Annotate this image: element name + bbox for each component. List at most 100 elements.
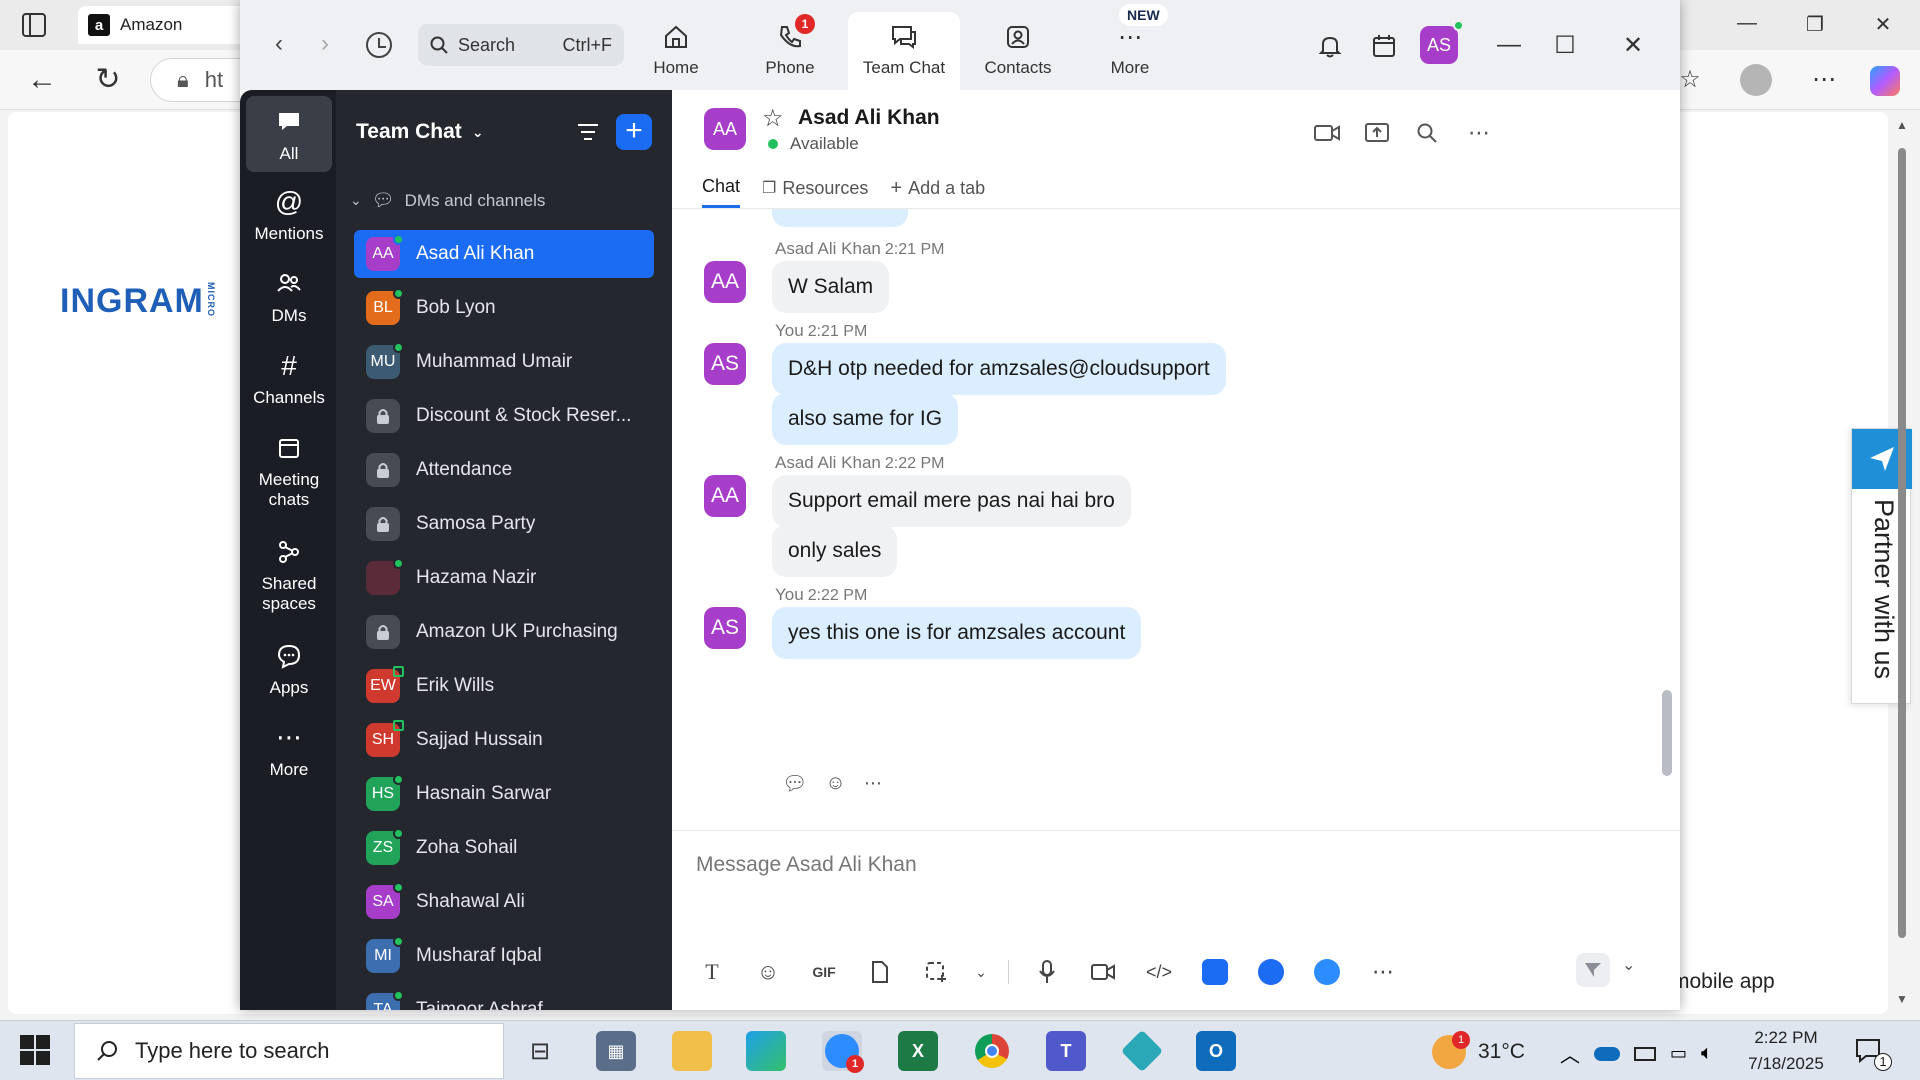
rail-item-shared-spaces[interactable]: Shared spaces xyxy=(246,536,332,615)
browser-back-icon[interactable]: ← xyxy=(22,62,62,98)
bell-icon[interactable] xyxy=(1314,30,1346,62)
outlook-icon[interactable]: O xyxy=(1196,1031,1236,1071)
composer-more-icon[interactable]: ⋯ xyxy=(1365,957,1401,987)
history-icon[interactable] xyxy=(366,32,392,58)
chat-list-item[interactable]: SH Sajjad Hussain xyxy=(354,716,654,764)
browser-minimize-icon[interactable]: — xyxy=(1732,12,1762,35)
chat-list-item[interactable]: Hazama Nazir xyxy=(354,554,654,602)
screenshot-options-chevron-icon[interactable]: ⌄ xyxy=(974,957,988,987)
chat-list-item[interactable]: MI Musharaf Iqbal xyxy=(354,932,654,980)
scroll-up-arrow-icon[interactable]: ▲ xyxy=(1896,118,1908,132)
chat-list-item[interactable]: MU Muhammad Umair xyxy=(354,338,654,386)
tab-phone[interactable]: 1 Phone xyxy=(734,12,846,90)
tab-home[interactable]: Home xyxy=(620,12,732,90)
conversation-name[interactable]: Asad Ali Khan xyxy=(798,106,940,130)
message-sender[interactable]: Asad Ali Khan xyxy=(775,239,881,258)
tab-more[interactable]: ⋯ NEW More xyxy=(1074,4,1186,90)
edge-browser-icon[interactable] xyxy=(746,1031,786,1071)
vpn-app-icon[interactable] xyxy=(1120,1029,1164,1073)
reply-thread-icon[interactable]: 💬︎ xyxy=(782,771,807,796)
browser-tab-amazon[interactable]: a Amazon xyxy=(78,6,258,44)
copilot-icon[interactable] xyxy=(1870,66,1900,96)
rail-item-dms[interactable]: DMs xyxy=(246,268,332,326)
user-avatar[interactable]: AS xyxy=(1420,20,1464,64)
rail-item-more[interactable]: ⋯ More xyxy=(246,722,332,780)
scroll-down-arrow-icon[interactable]: ▼ xyxy=(1896,992,1908,1006)
chat-list-item[interactable]: ZS Zoha Sohail xyxy=(354,824,654,872)
filter-icon[interactable] xyxy=(574,118,602,146)
chat-list-title[interactable]: Team Chat ⌄ xyxy=(356,120,484,144)
emoji-icon[interactable]: ☺ xyxy=(750,957,786,987)
ingram-micro-logo[interactable]: INGRAM MICRO xyxy=(60,282,216,321)
microphone-icon[interactable] xyxy=(1029,957,1065,987)
avatar[interactable]: AS xyxy=(704,607,746,649)
chat-list-item[interactable]: TA Taimoor Ashraf xyxy=(354,986,654,1010)
send-options-chevron-icon[interactable]: ⌄ xyxy=(1622,955,1635,975)
avatar[interactable]: AS xyxy=(704,343,746,385)
subtab-resources[interactable]: ❐ Resources xyxy=(762,176,868,208)
code-snippet-icon[interactable]: </> xyxy=(1141,957,1177,987)
app-docs-icon[interactable] xyxy=(1197,957,1233,987)
video-message-icon[interactable] xyxy=(1085,957,1121,987)
message-input[interactable]: Message Asad Ali Khan xyxy=(696,853,917,877)
zoom-search-box[interactable]: Search Ctrl+F xyxy=(418,24,624,66)
text-format-icon[interactable]: T xyxy=(694,957,730,987)
message-bubble[interactable]: salaam bro xyxy=(772,209,908,227)
message-bubble[interactable]: only sales xyxy=(772,525,898,577)
message-sender[interactable]: You xyxy=(775,321,804,340)
zoom-close-icon[interactable]: ✕ xyxy=(1616,28,1650,62)
rail-item-meeting-chats[interactable]: Meeting chats xyxy=(246,432,332,511)
notification-center-icon[interactable]: 1 xyxy=(1854,1037,1892,1071)
tab-team-chat[interactable]: Team Chat xyxy=(848,12,960,90)
new-chat-button[interactable]: + xyxy=(616,114,652,150)
file-explorer-icon[interactable] xyxy=(672,1031,712,1071)
rail-item-apps[interactable]: Apps xyxy=(246,640,332,698)
onedrive-icon[interactable] xyxy=(1594,1046,1620,1061)
network-icon[interactable]: ▭ xyxy=(1670,1043,1687,1064)
app-whiteboard-icon[interactable] xyxy=(1253,957,1289,987)
message-sender[interactable]: You xyxy=(775,585,804,604)
browser-close-icon[interactable]: ✕ xyxy=(1868,12,1898,37)
battery-icon[interactable] xyxy=(1634,1046,1656,1061)
rail-item-all[interactable]: All xyxy=(246,96,332,173)
message-bubble[interactable]: yes this one is for amzsales account xyxy=(772,607,1142,659)
send-button[interactable] xyxy=(1576,953,1610,987)
browser-refresh-icon[interactable]: ↻ xyxy=(88,62,128,98)
task-view-icon[interactable]: ⊟ xyxy=(520,1031,560,1071)
file-attach-icon[interactable] xyxy=(862,957,898,987)
video-call-icon[interactable] xyxy=(1312,118,1342,148)
browser-scrollbar[interactable]: ▲ ▼ xyxy=(1894,112,1912,1012)
taskbar-search-box[interactable]: Type here to search xyxy=(74,1023,504,1079)
chat-list-item[interactable]: Attendance xyxy=(354,446,654,494)
profile-avatar-icon[interactable] xyxy=(1740,64,1772,96)
message-bubble[interactable]: D&H otp needed for amzsales@cloudsupport xyxy=(772,343,1226,395)
browser-restore-icon[interactable]: ❐ xyxy=(1800,12,1830,37)
message-bubble[interactable]: Support email mere pas nai hai bro xyxy=(772,475,1131,527)
add-reaction-icon[interactable]: ☺ xyxy=(825,772,845,795)
star-icon[interactable]: ☆ xyxy=(762,104,784,133)
app-zoom-icon[interactable] xyxy=(1309,957,1345,987)
conversation-search-icon[interactable] xyxy=(1412,118,1442,148)
chat-list-item[interactable]: Amazon UK Purchasing xyxy=(354,608,654,656)
screenshot-icon[interactable] xyxy=(918,957,954,987)
browser-scrollbar-thumb[interactable] xyxy=(1898,148,1906,938)
chat-list-item[interactable]: SA Shahawal Ali xyxy=(354,878,654,926)
chat-list-item[interactable]: BL Bob Lyon xyxy=(354,284,654,332)
zoom-maximize-icon[interactable]: ☐ xyxy=(1548,28,1582,62)
zoom-minimize-icon[interactable]: — xyxy=(1492,28,1526,62)
subtab-add-a-tab[interactable]: + Add a tab xyxy=(890,176,985,208)
avatar[interactable]: AA xyxy=(704,261,746,303)
conversation-more-icon[interactable]: ⋯ xyxy=(1464,118,1494,148)
share-screen-icon[interactable] xyxy=(1362,118,1392,148)
teams-icon[interactable]: T xyxy=(1046,1031,1086,1071)
taskbar-clock[interactable]: 2:22 PM 7/18/2025 xyxy=(1740,1025,1832,1077)
calendar-icon[interactable] xyxy=(1368,30,1400,62)
browser-menu-icon[interactable]: ⋯ xyxy=(1804,62,1844,98)
dms-and-channels-section[interactable]: ⌄ 💬︎ DMs and channels xyxy=(350,190,545,211)
excel-icon[interactable]: X xyxy=(898,1031,938,1071)
rail-item-mentions[interactable]: @ Mentions xyxy=(246,186,332,244)
chat-list-item[interactable]: Discount & Stock Reser... xyxy=(354,392,654,440)
zoom-taskbar-icon[interactable]: 1 xyxy=(822,1031,864,1073)
weather-widget[interactable]: 1 31°C xyxy=(1432,1031,1525,1069)
rail-item-channels[interactable]: # Channels xyxy=(246,350,332,408)
